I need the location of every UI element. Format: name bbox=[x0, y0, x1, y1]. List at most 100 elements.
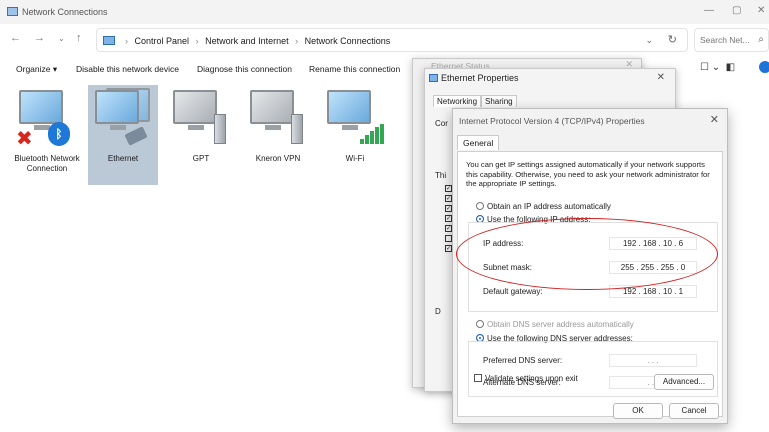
default-gateway-label: Default gateway: bbox=[483, 287, 543, 296]
breadcrumb-network-and-internet[interactable]: Network and Internet bbox=[205, 36, 289, 46]
adapter-ethernet[interactable]: Ethernet bbox=[88, 85, 158, 185]
checkbox-indicator bbox=[474, 374, 482, 382]
adapter-label: Wi-Fi bbox=[345, 154, 365, 163]
this-connection-label: Thi bbox=[435, 171, 447, 180]
search-icon[interactable]: ⌕ bbox=[758, 34, 764, 45]
checkbox[interactable]: ✓ bbox=[445, 215, 452, 222]
maximize-button[interactable]: ▢ bbox=[732, 5, 741, 16]
info-text: You can get IP settings assigned automat… bbox=[466, 160, 710, 188]
breadcrumb-separator-icon: › bbox=[295, 36, 299, 46]
properties-tabs: Networking Sharing bbox=[433, 95, 517, 109]
monitor-icon bbox=[173, 90, 217, 124]
address-dropdown-chevron-icon[interactable]: ⌄ bbox=[645, 35, 653, 46]
checkbox-label: Validate settings upon exit bbox=[485, 374, 578, 383]
dialog-title: Ethernet Properties bbox=[441, 73, 519, 83]
radio-label: Obtain an IP address automatically bbox=[487, 202, 611, 211]
wifi-adapter-icon bbox=[324, 88, 386, 150]
bluetooth-adapter-icon: ✖ ᛒ bbox=[16, 88, 78, 150]
ip-address-group: IP address: 192 . 168 . 10 . 6 Subnet ma… bbox=[468, 222, 718, 312]
monitor-stand bbox=[110, 125, 126, 130]
rename-connection-button[interactable]: Rename this connection bbox=[309, 64, 400, 74]
ipv4-properties-dialog: Internet Protocol Version 4 (TCP/IPv4) P… bbox=[452, 108, 728, 424]
navigation-bar: ← → ⌄ ↑ › Control Panel › Network and In… bbox=[0, 26, 769, 54]
ethernet-cable-icon bbox=[124, 126, 148, 146]
help-icon[interactable] bbox=[759, 61, 769, 73]
up-arrow-icon[interactable]: ↑ bbox=[76, 32, 82, 44]
subnet-mask-field[interactable]: 255 . 255 . 255 . 0 bbox=[609, 261, 697, 274]
close-button[interactable]: ✕ bbox=[757, 5, 765, 16]
breadcrumb: › Control Panel › Network and Internet ›… bbox=[121, 36, 390, 46]
checkbox[interactable]: ✓ bbox=[445, 245, 452, 252]
signal-bars-icon bbox=[360, 124, 384, 144]
minimize-button[interactable]: — bbox=[704, 5, 714, 16]
adapter-label: GPT bbox=[192, 154, 210, 163]
adapter-bluetooth[interactable]: ✖ ᛒ Bluetooth Network Connection bbox=[12, 85, 82, 185]
monitor-stand bbox=[342, 125, 358, 130]
component-checkboxes: ✓ ✓ ✓ ✓ ✓ ✓ bbox=[445, 185, 452, 255]
tab-sharing[interactable]: Sharing bbox=[481, 95, 517, 107]
radio-indicator bbox=[476, 202, 484, 210]
preferred-dns-label: Preferred DNS server: bbox=[483, 356, 563, 365]
adapter-label: Bluetooth Network Connection bbox=[14, 154, 80, 173]
search-box[interactable]: ⌕ bbox=[694, 28, 769, 52]
network-connections-icon bbox=[7, 7, 18, 16]
vpn-adapter-icon bbox=[247, 88, 309, 150]
monitor-icon bbox=[19, 90, 63, 124]
preferred-dns-field[interactable]: . . . bbox=[609, 354, 697, 367]
address-bar[interactable]: › Control Panel › Network and Internet ›… bbox=[96, 28, 688, 52]
back-arrow-icon[interactable]: ← bbox=[10, 32, 21, 44]
close-icon[interactable]: ✕ bbox=[657, 72, 665, 83]
network-adapter-icon bbox=[170, 88, 232, 150]
ok-button[interactable]: OK bbox=[613, 403, 663, 419]
title-bar: Network Connections — ▢ ✕ bbox=[0, 0, 769, 24]
connect-using-label: Cor bbox=[435, 119, 448, 128]
disable-device-button[interactable]: Disable this network device bbox=[76, 64, 179, 74]
obtain-ip-automatically-radio[interactable]: Obtain an IP address automatically bbox=[476, 202, 611, 211]
monitor-icon bbox=[250, 90, 294, 124]
general-panel: You can get IP settings assigned automat… bbox=[457, 151, 723, 417]
monitor-icon bbox=[95, 90, 139, 124]
control-panel-icon bbox=[103, 36, 115, 45]
recent-locations-chevron-icon[interactable]: ⌄ bbox=[58, 34, 65, 43]
diagnose-connection-button[interactable]: Diagnose this connection bbox=[197, 64, 292, 74]
default-gateway-field[interactable]: 192 . 168 . 10 . 1 bbox=[609, 285, 697, 298]
window-title: Network Connections bbox=[22, 7, 108, 17]
adapter-kneron-vpn[interactable]: Kneron VPN bbox=[243, 85, 313, 185]
organize-menu[interactable]: Organize ▾ bbox=[16, 64, 57, 75]
checkbox[interactable]: ✓ bbox=[445, 195, 452, 202]
obtain-dns-automatically-radio[interactable]: Obtain DNS server address automatically bbox=[476, 320, 634, 329]
tab-general[interactable]: General bbox=[457, 135, 500, 150]
subnet-mask-label: Subnet mask: bbox=[483, 263, 532, 272]
adapter-gpt[interactable]: GPT bbox=[166, 85, 236, 185]
description-label: D bbox=[435, 307, 441, 316]
forward-arrow-icon[interactable]: → bbox=[34, 32, 45, 44]
validate-settings-checkbox[interactable]: Validate settings upon exit bbox=[474, 374, 578, 383]
ip-address-label: IP address: bbox=[483, 239, 524, 248]
bluetooth-icon: ᛒ bbox=[48, 122, 70, 146]
adapter-label: Kneron VPN bbox=[255, 154, 301, 163]
change-view-icon[interactable]: ☐ ⌄ ◧ bbox=[700, 62, 735, 73]
breadcrumb-separator-icon: › bbox=[125, 36, 128, 46]
ip-address-field[interactable]: 192 . 168 . 10 . 6 bbox=[609, 237, 697, 250]
breadcrumb-network-connections[interactable]: Network Connections bbox=[305, 36, 391, 46]
checkbox[interactable]: ✓ bbox=[445, 185, 452, 192]
ethernet-adapter-icon bbox=[92, 88, 154, 150]
computer-tower-icon bbox=[214, 114, 226, 144]
advanced-button[interactable]: Advanced... bbox=[654, 374, 714, 390]
refresh-icon[interactable]: ↻ bbox=[668, 33, 677, 46]
cancel-button[interactable]: Cancel bbox=[669, 403, 719, 419]
close-icon[interactable]: ✕ bbox=[710, 113, 719, 126]
monitor-icon bbox=[327, 90, 371, 124]
monitor-stand bbox=[188, 125, 204, 130]
checkbox[interactable]: ✓ bbox=[445, 205, 452, 212]
tab-networking[interactable]: Networking bbox=[433, 95, 482, 107]
search-input[interactable] bbox=[700, 30, 756, 50]
radio-label: Obtain DNS server address automatically bbox=[487, 320, 634, 329]
checkbox[interactable]: ✓ bbox=[445, 225, 452, 232]
checkbox[interactable] bbox=[445, 235, 452, 242]
monitor-stand bbox=[265, 125, 281, 130]
disconnected-x-icon: ✖ bbox=[16, 128, 33, 150]
dialog-title: Internet Protocol Version 4 (TCP/IPv4) P… bbox=[459, 116, 645, 126]
adapter-wifi[interactable]: Wi-Fi bbox=[320, 85, 390, 185]
breadcrumb-control-panel[interactable]: Control Panel bbox=[135, 36, 190, 46]
